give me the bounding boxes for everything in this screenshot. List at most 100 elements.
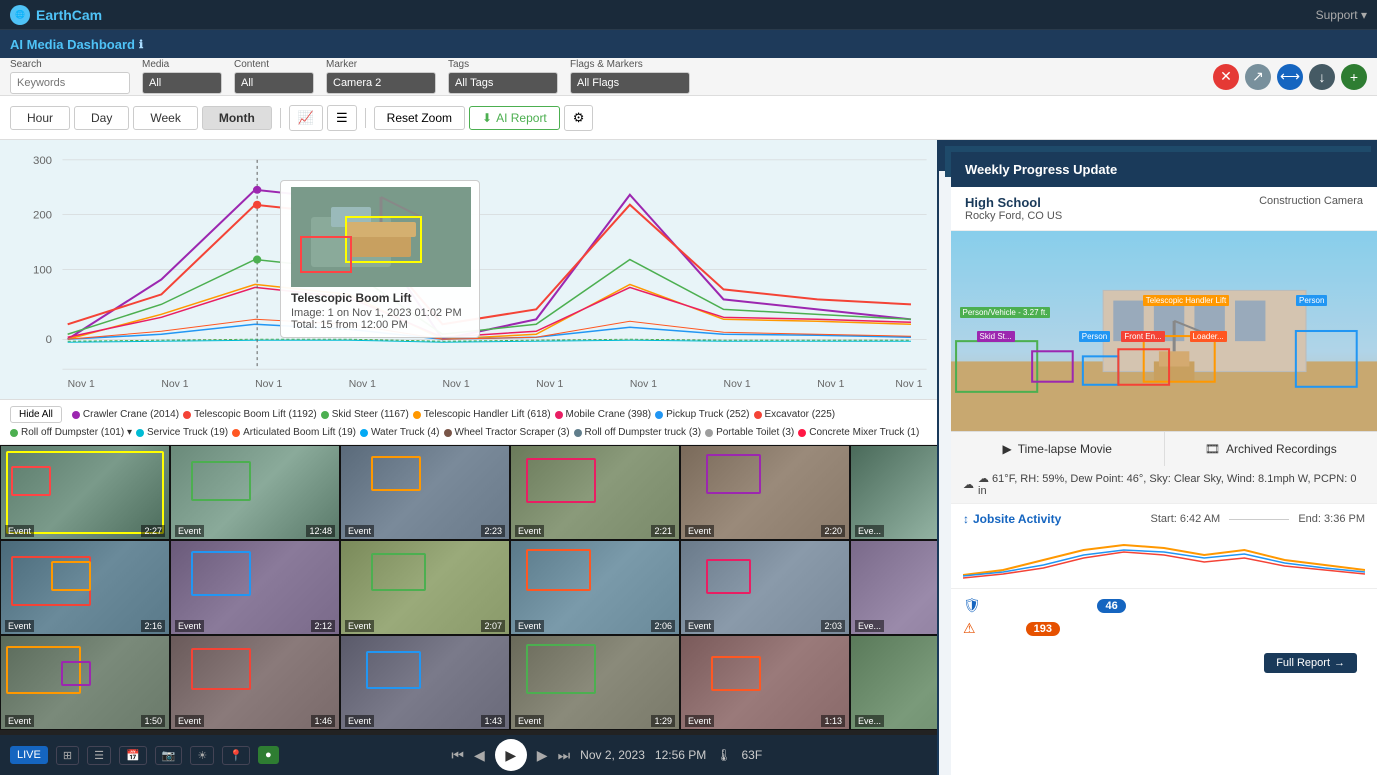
full-report-button[interactable]: Full Report → — [1264, 653, 1357, 673]
wpu-title: Weekly Progress Update — [951, 152, 1377, 187]
search-label: Search — [10, 59, 130, 70]
calendar-button[interactable]: 📅 — [119, 746, 147, 765]
media-group: Media All — [142, 59, 222, 94]
legend-item-mobile-crane: Mobile Crane (398) — [555, 409, 652, 420]
add-button[interactable]: + — [1341, 64, 1367, 90]
svg-text:Nov 1: Nov 1 — [349, 379, 377, 390]
list-view-button[interactable]: ☰ — [87, 746, 111, 765]
thumb-label: Event — [515, 525, 544, 537]
thumb-label: Event — [345, 620, 374, 632]
day-button[interactable]: Day — [74, 106, 129, 130]
thumb-time: 2:23 — [481, 525, 505, 537]
camera-button[interactable]: 📷 — [155, 746, 183, 765]
alerts-icon: ⚠ — [963, 620, 976, 637]
legend-dot-articulated — [232, 429, 240, 437]
support-button[interactable]: Support ▾ — [1316, 8, 1367, 22]
svg-text:100: 100 — [33, 265, 52, 277]
thumb-item[interactable]: Event 2:27 — [0, 445, 170, 540]
wpu-location: High School Rocky Ford, CO US Constructi… — [951, 187, 1377, 231]
prev-button[interactable]: ◀ — [474, 747, 485, 764]
settings-button[interactable]: ⚙ — [564, 105, 594, 131]
svg-text:Nov 1: Nov 1 — [68, 379, 96, 390]
thumb-item[interactable]: Event 1:43 — [340, 635, 510, 730]
legend-item-pickup: Pickup Truck (252) — [655, 409, 749, 420]
thumb-item[interactable]: Event 12:48 — [170, 445, 340, 540]
legend-item-service-truck: Service Truck (19) — [136, 427, 228, 438]
content-select[interactable]: All — [234, 72, 314, 94]
legend-dot-roll-off-truck — [574, 429, 582, 437]
download-button[interactable]: ↓ — [1309, 64, 1335, 90]
legend-dot-wheel-tractor — [444, 429, 452, 437]
thumb-item[interactable]: Event 2:20 — [680, 445, 850, 540]
close-filter-button[interactable]: ✕ — [1213, 64, 1239, 90]
svg-text:Nov 1: Nov 1 — [255, 379, 283, 390]
month-button[interactable]: Month — [202, 106, 272, 130]
thumb-item[interactable]: Event 1:46 — [170, 635, 340, 730]
connect-button[interactable]: ⟷ — [1277, 64, 1303, 90]
det-tag-front-end: Front En... — [1121, 331, 1164, 342]
live-button[interactable]: LIVE — [10, 746, 48, 764]
next-skip-button[interactable]: ⏭ — [558, 747, 571, 764]
thumb-item[interactable]: Event 1:50 — [0, 635, 170, 730]
reset-zoom-button[interactable]: Reset Zoom — [374, 106, 465, 130]
left-panel: 300 200 100 0 Nov 1 Nov 1 Nov 1 Nov 1 No… — [0, 140, 937, 775]
thumb-item[interactable]: Eve... — [850, 540, 937, 635]
thumb-time: 2:06 — [651, 620, 675, 632]
map-button[interactable]: 📍 — [222, 746, 250, 765]
thumb-item[interactable]: Eve... — [850, 635, 937, 730]
thumb-label: Event — [345, 525, 374, 537]
thumb-item[interactable]: Event 2:23 — [340, 445, 510, 540]
thumb-item[interactable]: Event 1:13 — [680, 635, 850, 730]
line-chart-button[interactable]: 📈 — [289, 105, 323, 131]
thumb-item[interactable]: Event 2:03 — [680, 540, 850, 635]
weather-button[interactable]: ☀ — [190, 746, 214, 765]
thumb-time: 1:46 — [311, 715, 335, 727]
wpu-weather: ☁ ☁ 61°F, RH: 59%, Dew Point: 46°, Sky: … — [951, 466, 1377, 504]
thumb-item[interactable]: Event 2:06 — [510, 540, 680, 635]
play-icon: ▶ — [1003, 442, 1012, 456]
thumb-item[interactable]: Event 2:07 — [340, 540, 510, 635]
archived-recordings-button[interactable]: 🎞 Archived Recordings — [1165, 432, 1377, 466]
marker-select[interactable]: Camera 2 — [326, 72, 436, 94]
thumb-item[interactable]: Event 2:16 — [0, 540, 170, 635]
legend-dot-excavator — [754, 411, 762, 419]
tags-select[interactable]: All Tags — [448, 72, 558, 94]
top-nav: 🌐 EarthCam Support ▾ — [0, 0, 1377, 30]
share-button[interactable]: ↗ — [1245, 64, 1271, 90]
separator2 — [365, 108, 366, 128]
thumb-item[interactable]: Event 2:12 — [170, 540, 340, 635]
media-select[interactable]: All — [142, 72, 222, 94]
alerts-badge: 193 — [1026, 622, 1060, 636]
hide-all-button[interactable]: Hide All — [10, 406, 62, 423]
week-button[interactable]: Week — [133, 106, 197, 130]
search-input[interactable] — [10, 72, 130, 94]
thumb-item[interactable]: Event 1:29 — [510, 635, 680, 730]
safety-label: Safety/Interaction — [989, 599, 1090, 613]
hour-button[interactable]: Hour — [10, 106, 70, 130]
alert-button[interactable]: ● — [258, 746, 279, 764]
play-button[interactable]: ▶ — [495, 739, 527, 771]
weather-icon: ☁ — [963, 478, 974, 491]
grid-view-button[interactable]: ⊞ — [56, 746, 79, 765]
det-tag-person-vehicle: Person/Vehicle - 3.27 ft. — [960, 307, 1051, 318]
table-view-button[interactable]: ☰ — [327, 105, 357, 131]
flags-select[interactable]: All Flags — [570, 72, 690, 94]
next-button[interactable]: ▶ — [537, 747, 548, 764]
thumb-item[interactable]: Eve... — [850, 445, 937, 540]
safety-metric: 🛡 Safety/Interaction 46 — [963, 597, 1365, 614]
det-tag-loader: Loader... — [1190, 331, 1227, 342]
safety-icon: 🛡 — [963, 597, 981, 614]
safety-badge: 46 — [1097, 599, 1125, 613]
thumb-label: Event — [175, 525, 204, 537]
legend-dot-mobile-crane — [555, 411, 563, 419]
thumb-time: 1:50 — [141, 715, 165, 727]
legend-item-articulated: Articulated Boom Lift (19) — [232, 427, 356, 438]
thumb-item[interactable]: Event 2:21 — [510, 445, 680, 540]
ai-report-button[interactable]: ⬇ AI Report — [469, 106, 560, 130]
thumbnails-area[interactable]: Event 2:27 Event 12:48 Event 2:23 — [0, 445, 937, 767]
alerts-metric: ⚠ Alerts 193 — [963, 620, 1365, 637]
content-group: Content All — [234, 59, 314, 94]
logo-text: EarthCam — [36, 7, 102, 23]
prev-skip-button[interactable]: ⏮ — [451, 747, 464, 764]
timelapse-button[interactable]: ▶ Time-lapse Movie — [951, 432, 1165, 466]
